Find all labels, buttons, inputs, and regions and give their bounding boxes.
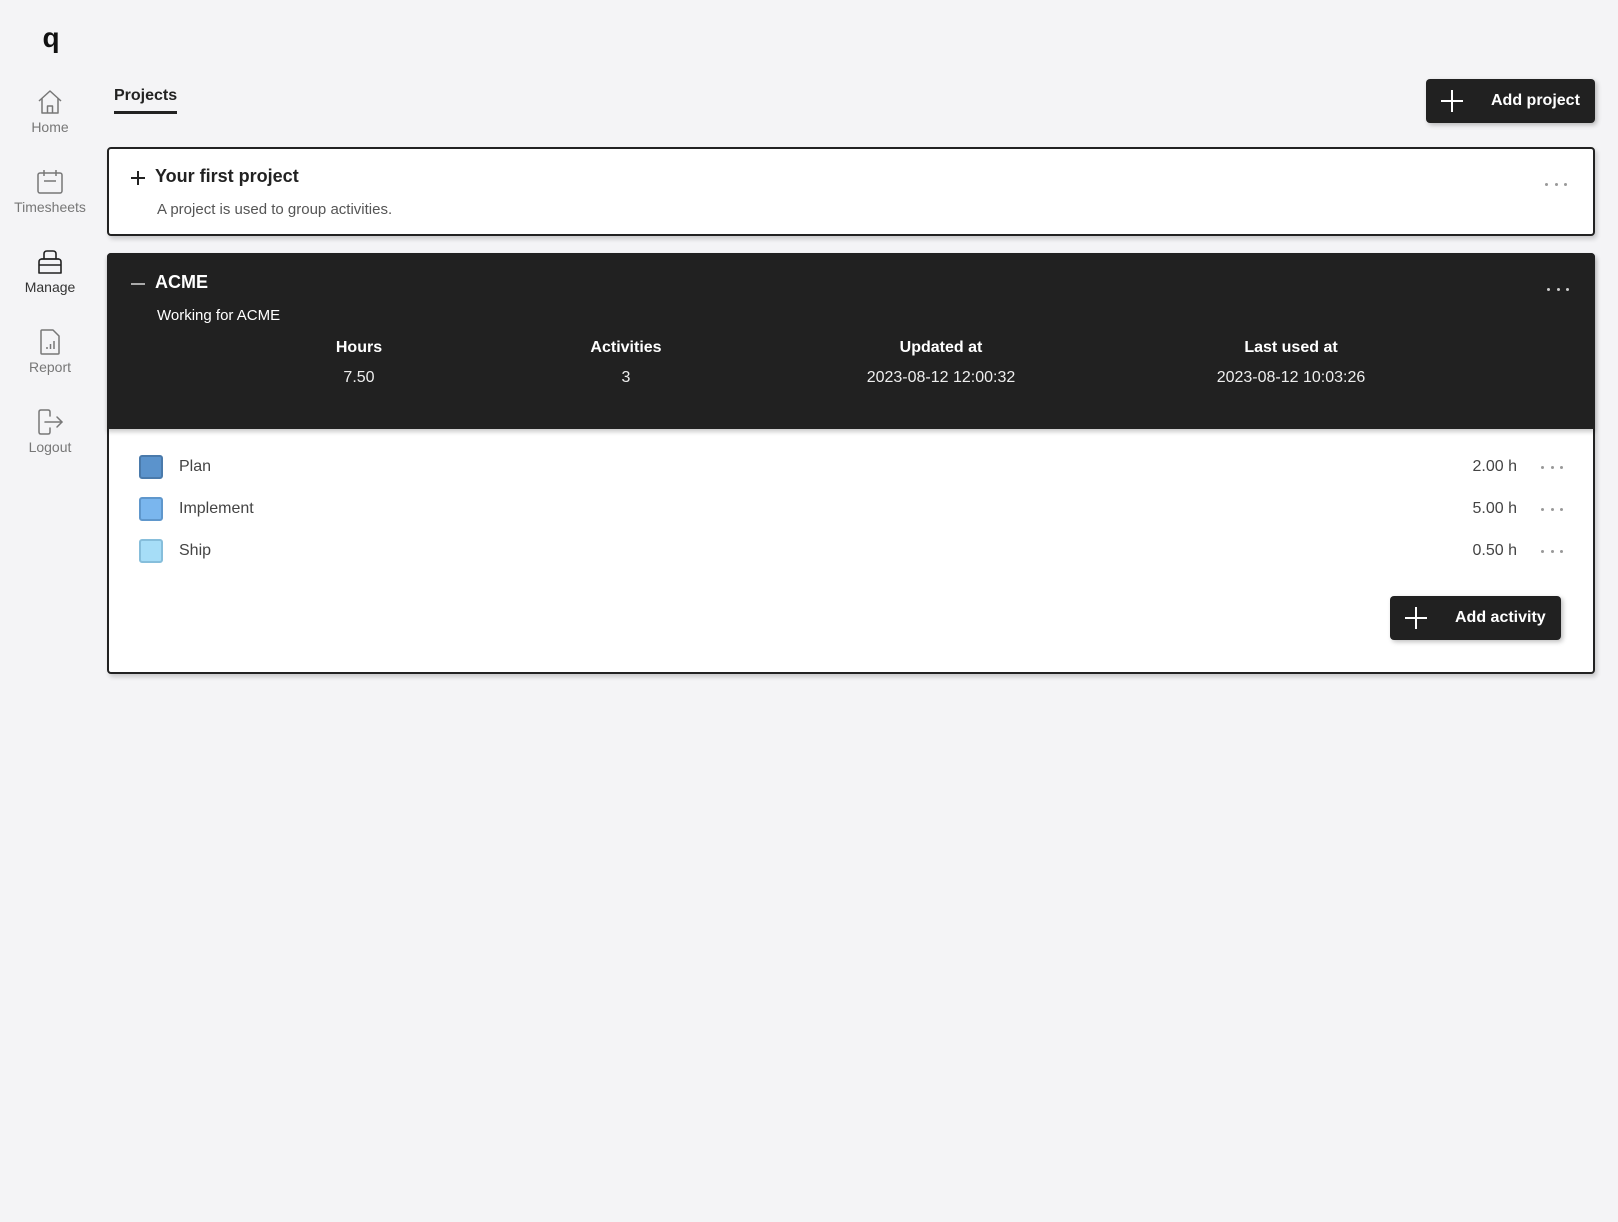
activity-color-swatch xyxy=(139,539,163,563)
stat-hours: Hours 7.50 xyxy=(229,339,489,387)
project-description: Working for ACME xyxy=(157,307,281,324)
activity-hours: 2.00 h xyxy=(1472,458,1517,475)
plus-icon xyxy=(1405,607,1427,629)
sidebar-item-home[interactable]: Home xyxy=(0,88,100,135)
sidebar-item-logout[interactable]: Logout xyxy=(0,408,100,455)
project-title: Your first project xyxy=(155,166,299,186)
project-card: Your first project A project is used to … xyxy=(107,147,1595,236)
expand-icon[interactable] xyxy=(131,171,145,185)
activity-row[interactable]: Ship 0.50 h xyxy=(139,538,1563,564)
activity-row[interactable]: Plan 2.00 h xyxy=(139,454,1563,480)
activity-row[interactable]: Implement 5.00 h xyxy=(139,496,1563,522)
manage-icon xyxy=(38,250,62,274)
stat-value: 3 xyxy=(621,369,631,386)
stat-value: 7.50 xyxy=(343,369,375,386)
home-icon xyxy=(38,90,62,114)
plus-icon xyxy=(1441,90,1463,112)
report-icon xyxy=(40,329,60,355)
sidebar-item-report[interactable]: Report xyxy=(0,328,100,375)
more-options-icon[interactable] xyxy=(1541,462,1563,472)
project-description: A project is used to group activities. xyxy=(157,201,393,218)
stat-value: 2023-08-12 10:03:26 xyxy=(1216,369,1366,386)
stat-label: Hours xyxy=(335,339,383,356)
collapse-icon[interactable] xyxy=(131,277,145,291)
add-project-label: Add project xyxy=(1491,92,1580,109)
sidebar-item-label: Home xyxy=(31,119,69,135)
more-options-icon[interactable] xyxy=(1541,546,1563,556)
app-logo: q xyxy=(42,22,60,53)
stat-label: Activities xyxy=(590,339,662,356)
project-title: ACME xyxy=(155,272,208,292)
more-options-icon[interactable] xyxy=(1541,504,1563,514)
activity-color-swatch xyxy=(139,455,163,479)
sidebar-item-label: Timesheets xyxy=(14,199,86,215)
stat-label: Updated at xyxy=(899,339,983,356)
sidebar-item-manage[interactable]: Manage xyxy=(0,248,100,295)
activity-hours: 5.00 h xyxy=(1472,500,1517,517)
sidebar-item-timesheets[interactable]: Timesheets xyxy=(0,168,100,215)
stat-label: Last used at xyxy=(1244,339,1338,356)
add-project-button[interactable]: Add project xyxy=(1426,79,1595,123)
more-options-icon[interactable] xyxy=(1545,179,1567,189)
activity-name: Plan xyxy=(179,458,212,475)
sidebar-item-label: Logout xyxy=(28,439,72,455)
project-header: ACME Working for ACME Hours 7.50 Activit… xyxy=(107,253,1595,429)
add-activity-label: Add activity xyxy=(1455,609,1546,626)
activity-name: Implement xyxy=(179,500,254,517)
logout-icon xyxy=(38,409,63,435)
stat-activities: Activities 3 xyxy=(496,339,756,387)
sidebar-item-label: Report xyxy=(28,359,72,375)
stat-last-used-at: Last used at 2023-08-12 10:03:26 xyxy=(1161,339,1421,387)
stat-updated-at: Updated at 2023-08-12 12:00:32 xyxy=(811,339,1071,387)
activity-name: Ship xyxy=(179,542,212,559)
sidebar: q Home Timesheets Manage Report Logout xyxy=(0,0,100,1222)
add-activity-button[interactable]: Add activity xyxy=(1390,596,1561,640)
activity-hours: 0.50 h xyxy=(1472,542,1517,559)
project-card: ACME Working for ACME Hours 7.50 Activit… xyxy=(107,253,1595,674)
stat-value: 2023-08-12 12:00:32 xyxy=(866,369,1016,386)
activity-color-swatch xyxy=(139,497,163,521)
sidebar-item-label: Manage xyxy=(24,279,76,295)
calendar-icon xyxy=(37,170,63,194)
more-options-icon[interactable] xyxy=(1547,284,1569,294)
tab-projects[interactable]: Projects xyxy=(114,87,178,114)
